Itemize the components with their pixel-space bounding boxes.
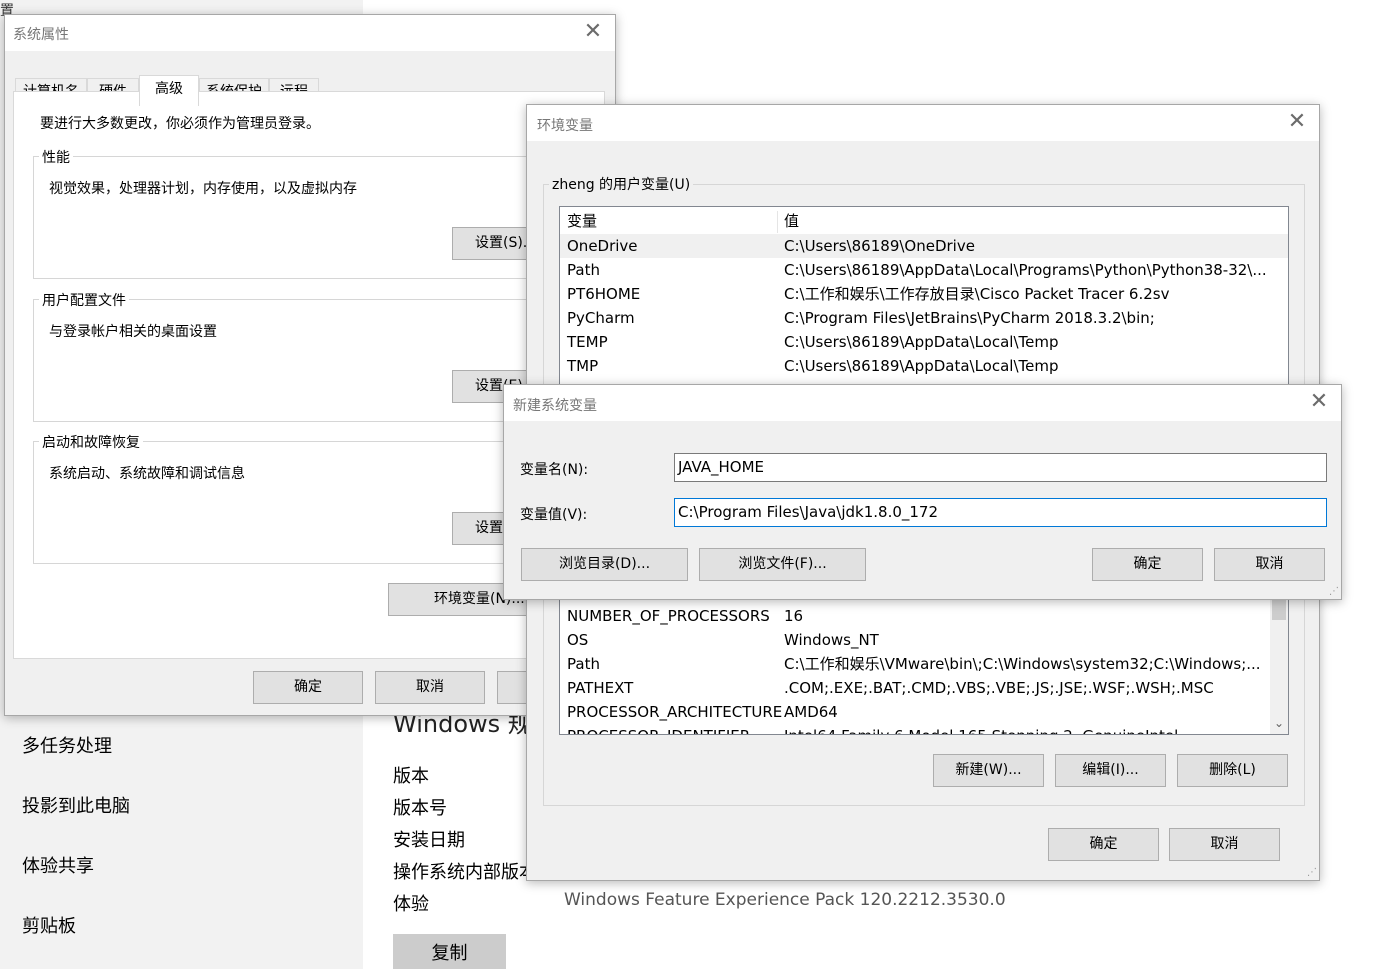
column-header-variable[interactable]: 变量 — [567, 209, 597, 233]
delete-variable-button[interactable]: 删除(L) — [1177, 754, 1288, 787]
environment-variables-title: 环境变量 — [537, 118, 593, 134]
var-value: 16 — [784, 607, 804, 625]
environment-variables-titlebar: 环境变量 ✕ — [527, 105, 1319, 141]
variable-name-label: 变量名(N): — [520, 462, 589, 478]
var-name: PT6HOME — [567, 285, 641, 303]
startup-recovery-desc: 系统启动、系统故障和调试信息 — [49, 466, 245, 482]
var-name: TMP — [567, 357, 599, 375]
table-row[interactable]: Path C:\工作和娱乐\VMware\bin\;C:\Windows\syst… — [560, 652, 1288, 676]
var-value: C:\Program Files\JetBrains\PyCharm 2018.… — [784, 309, 1155, 327]
ok-button[interactable]: 确定 — [1092, 548, 1203, 581]
var-name: Path — [567, 261, 600, 279]
new-variable-button[interactable]: 新建(W)... — [933, 754, 1044, 787]
var-name: PATHEXT — [567, 679, 634, 697]
var-name: PROCESSOR_IDENTIFIER — [567, 724, 750, 734]
chevron-down-icon[interactable]: ⌄ — [1270, 716, 1288, 732]
table-row[interactable]: TMP C:\Users\86189\AppData\Local\Temp — [560, 354, 1288, 378]
sidebar-item-multitasking[interactable]: 多任务处理 — [22, 732, 112, 758]
info-label-install-date: 安装日期 — [393, 830, 465, 851]
var-name: TEMP — [567, 333, 608, 351]
sidebar-item-project[interactable]: 投影到此电脑 — [22, 792, 130, 818]
table-row[interactable]: NUMBER_OF_PROCESSORS 16 — [560, 604, 1288, 628]
variable-value-field[interactable]: C:\Program Files\Java\jdk1.8.0_172 — [674, 498, 1327, 527]
browse-directory-button[interactable]: 浏览目录(D)... — [521, 548, 688, 581]
performance-desc: 视觉效果，处理器计划，内存使用，以及虚拟内存 — [49, 181, 357, 197]
tab-advanced[interactable]: 高级 — [139, 75, 199, 106]
cancel-button[interactable]: 取消 — [1214, 548, 1325, 581]
var-value: C:\工作和娱乐\工作存放目录\Cisco Packet Tracer 6.2s… — [784, 285, 1170, 303]
column-header-value[interactable]: 值 — [784, 209, 799, 233]
ok-button[interactable]: 确定 — [253, 671, 363, 704]
var-name: OneDrive — [567, 237, 638, 255]
system-properties-titlebar: 系统属性 ✕ — [5, 15, 615, 51]
var-value: Windows_NT — [784, 631, 879, 649]
new-system-variable-titlebar: 新建系统变量 ✕ — [504, 385, 1341, 421]
var-name: OS — [567, 631, 589, 649]
user-profiles-desc: 与登录帐户相关的桌面设置 — [49, 324, 217, 340]
column-divider[interactable] — [777, 211, 778, 233]
performance-group-title: 性能 — [39, 147, 73, 167]
var-value: C:\Users\86189\AppData\Local\Temp — [784, 333, 1059, 351]
var-value: AMD64 — [784, 703, 838, 721]
var-name: Path — [567, 655, 600, 673]
list-header: 变量 值 — [560, 209, 1288, 235]
var-value: C:\工作和娱乐\VMware\bin\;C:\Windows\system32… — [784, 655, 1261, 673]
startup-recovery-group-title: 启动和故障恢复 — [39, 432, 143, 452]
var-name: NUMBER_OF_PROCESSORS — [567, 607, 770, 625]
copy-button[interactable]: 复制 — [393, 934, 506, 969]
user-variables-list[interactable]: 变量 值 OneDrive C:\Users\86189\OneDrive Pat… — [559, 206, 1289, 388]
info-label-edition: 版本 — [393, 766, 429, 787]
new-system-variable-title: 新建系统变量 — [513, 398, 597, 414]
edit-variable-button[interactable]: 编辑(I)... — [1055, 754, 1166, 787]
experience-value: Windows Feature Experience Pack 120.2212… — [564, 890, 1006, 910]
performance-group — [33, 156, 605, 279]
table-row[interactable]: Path C:\Users\86189\AppData\Local\Program… — [560, 258, 1288, 282]
browse-file-button[interactable]: 浏览文件(F)... — [699, 548, 866, 581]
user-profiles-group-title: 用户配置文件 — [39, 290, 129, 310]
close-icon[interactable]: ✕ — [1307, 389, 1331, 415]
var-value: Intel64 Family 6 Model 165 Stepping 2, G… — [784, 724, 1178, 734]
table-row[interactable]: PyCharm C:\Program Files\JetBrains\PyChar… — [560, 306, 1288, 330]
var-value: C:\Users\86189\AppData\Local\Temp — [784, 357, 1059, 375]
table-row[interactable]: OneDrive C:\Users\86189\OneDrive — [560, 234, 1288, 258]
close-icon[interactable]: ✕ — [581, 19, 605, 45]
var-name: PROCESSOR_ARCHITECTURE — [567, 703, 783, 721]
close-icon[interactable]: ✕ — [1285, 109, 1309, 135]
scrollbar-thumb[interactable] — [1272, 598, 1286, 620]
variable-name-field[interactable]: JAVA_HOME — [674, 453, 1327, 482]
system-properties-title: 系统属性 — [13, 27, 69, 43]
variable-value-label: 变量值(V): — [520, 507, 588, 523]
table-row[interactable]: OS Windows_NT — [560, 628, 1288, 652]
info-label-version: 版本号 — [393, 798, 447, 819]
user-vars-group-title: zheng 的用户变量(U) — [549, 174, 694, 194]
table-row[interactable]: PATHEXT .COM;.EXE;.BAT;.CMD;.VBS;.VBE;.JS… — [560, 676, 1288, 700]
system-properties-dialog: 系统属性 ✕ 计算机名 硬件 高级 系统保护 远程 要进行大多数更改，你必须作为… — [4, 14, 616, 716]
sidebar-item-shared-experiences[interactable]: 体验共享 — [22, 852, 94, 878]
table-row[interactable]: TEMP C:\Users\86189\AppData\Local\Temp — [560, 330, 1288, 354]
ok-button[interactable]: 确定 — [1048, 828, 1159, 861]
info-label-os-build: 操作系统内部版本 — [393, 862, 537, 883]
table-row[interactable]: PROCESSOR_ARCHITECTURE AMD64 — [560, 700, 1288, 724]
new-system-variable-dialog: 新建系统变量 ✕ 变量名(N): JAVA_HOME 变量值(V): C:\Pr… — [503, 384, 1342, 600]
table-row[interactable]: PT6HOME C:\工作和娱乐\工作存放目录\Cisco Packet Trac… — [560, 282, 1288, 306]
resize-grip-icon[interactable]: ⋰ — [1307, 867, 1317, 878]
var-value: C:\Users\86189\OneDrive — [784, 237, 975, 255]
var-value: C:\Users\86189\AppData\Local\Programs\Py… — [784, 261, 1267, 279]
resize-grip-icon[interactable]: ⋰ — [1329, 586, 1339, 597]
admin-note: 要进行大多数更改，你必须作为管理员登录。 — [40, 116, 320, 132]
info-label-experience: 体验 — [393, 894, 429, 915]
cancel-button[interactable]: 取消 — [1169, 828, 1280, 861]
table-row[interactable]: PROCESSOR_IDENTIFIER Intel64 Family 6 Mod… — [560, 724, 1288, 734]
cancel-button[interactable]: 取消 — [375, 671, 485, 704]
var-value: .COM;.EXE;.BAT;.CMD;.VBS;.VBE;.JS;.JSE;.… — [784, 679, 1214, 697]
sidebar-item-clipboard[interactable]: 剪贴板 — [22, 912, 76, 938]
var-name: PyCharm — [567, 309, 635, 327]
